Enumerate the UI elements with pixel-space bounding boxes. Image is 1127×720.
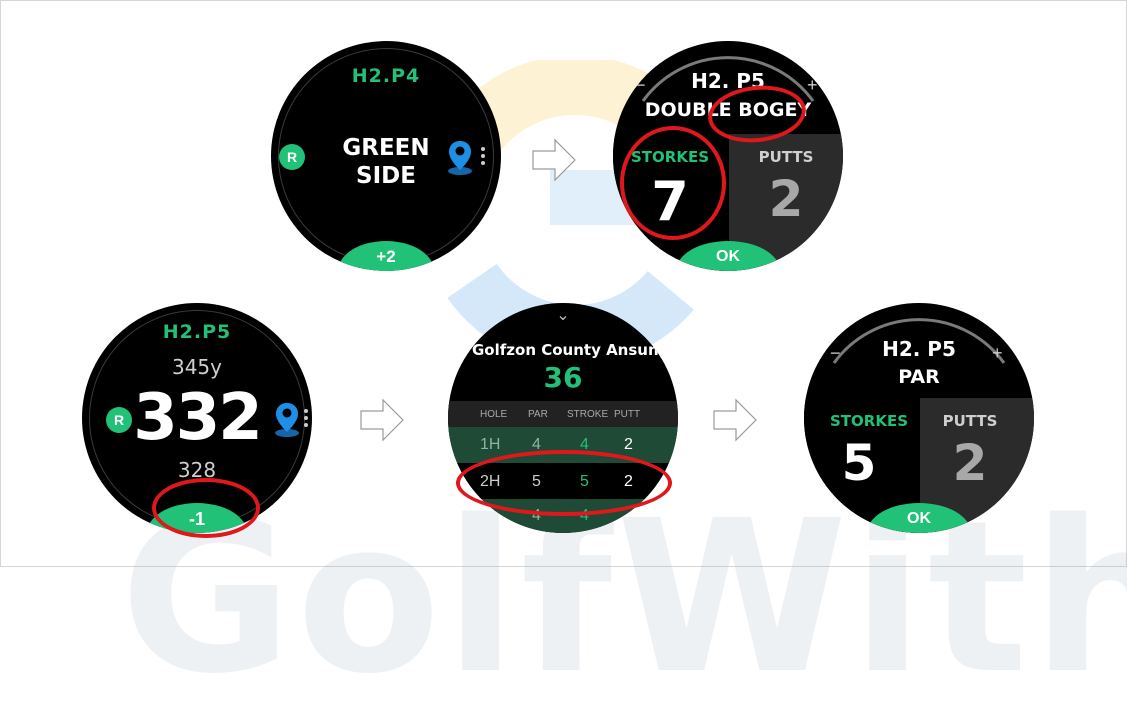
more-menu-icon[interactable]	[304, 409, 308, 430]
arrow-right-icon	[360, 398, 404, 442]
score-button[interactable]: +2	[338, 241, 434, 271]
back-distance: 345y	[171, 355, 222, 379]
r-badge[interactable]: R	[106, 407, 132, 433]
highlight-circle-row	[456, 450, 672, 516]
putts-label: PUTTS	[942, 412, 998, 430]
score-result: PAR	[898, 366, 940, 388]
hole-par-label: H2.P4	[351, 65, 421, 87]
watch-par: − + H2. P5 PAR STORKES 5 PUTTS 2 OK	[804, 303, 1034, 533]
pin-icon[interactable]	[447, 139, 473, 175]
r-badge[interactable]: R	[279, 144, 305, 170]
course-name: Golfzon County AnsungC	[472, 341, 678, 359]
highlight-circle-score	[152, 478, 260, 538]
hole-par-label: H2. P5	[691, 69, 765, 93]
cell-putt: 2	[624, 436, 633, 453]
highlight-circle-strokes	[620, 126, 726, 240]
column-header-stroke: STROKE	[567, 409, 609, 420]
chevron-down-icon[interactable]: ⌄	[448, 305, 678, 325]
watch-green-side: H2.P4 GREEN SIDE R +2	[271, 41, 501, 271]
total-score: 36	[543, 361, 583, 394]
pin-icon[interactable]	[274, 401, 300, 437]
arrow-right-icon	[713, 398, 757, 442]
column-header-par: PAR	[528, 409, 548, 420]
more-menu-icon[interactable]	[481, 147, 485, 168]
putts-label: PUTTS	[758, 148, 814, 166]
column-header-putt: PUTT	[614, 409, 641, 420]
table-header-row: HOLE PAR STROKE PUTT	[448, 401, 678, 427]
hole-par-label: H2.P5	[162, 321, 232, 343]
strokes-label: STORKES	[829, 412, 908, 430]
hole-par-label: H2. P5	[882, 337, 956, 361]
putts-value: 2	[768, 170, 804, 228]
cell-hole: 1H	[480, 436, 501, 453]
putts-value: 2	[952, 434, 988, 492]
strokes-value: 5	[841, 434, 877, 492]
arrow-right-icon	[532, 138, 576, 182]
column-header-hole: HOLE	[480, 409, 508, 420]
